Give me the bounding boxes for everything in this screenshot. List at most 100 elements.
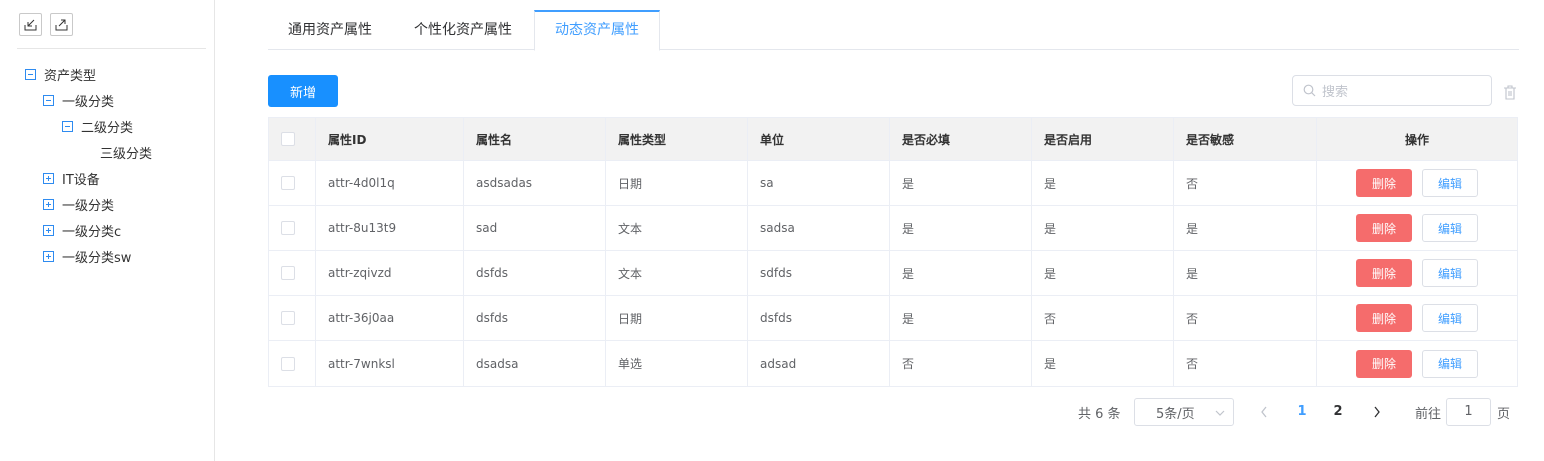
import-icon [24, 19, 37, 31]
page-number-2[interactable]: 2 [1327, 398, 1349, 426]
row-checkbox[interactable] [281, 176, 295, 190]
header-required: 是否必填 [890, 118, 1032, 160]
tree-node-level3[interactable]: 三级分类 [100, 139, 152, 165]
chevron-down-icon [1215, 410, 1225, 416]
table-row: attr-zqivzd dsfds 文本 sdfds 是 是 是 删除 编辑 [269, 251, 1517, 296]
page-size-value: 5条/页 [1156, 406, 1195, 422]
select-all-checkbox[interactable] [281, 132, 295, 146]
collapse-icon[interactable] [62, 120, 73, 132]
cell-unit: adsad [748, 341, 890, 386]
delete-button[interactable]: 删除 [1356, 259, 1412, 287]
header-unit: 单位 [748, 118, 890, 160]
search-icon [1303, 84, 1316, 97]
cell-enabled: 否 [1032, 296, 1174, 340]
cell-attr-type: 文本 [606, 251, 748, 295]
search-input[interactable]: 搜索 [1292, 75, 1492, 106]
cell-unit: sadsa [748, 206, 890, 250]
edit-button[interactable]: 编辑 [1422, 349, 1478, 378]
collapse-icon[interactable] [25, 68, 36, 80]
header-attr-name: 属性名 [464, 118, 606, 160]
cell-attr-name: dsfds [464, 296, 606, 340]
cell-attr-name: dsadsa [464, 341, 606, 386]
expand-icon[interactable] [43, 250, 54, 262]
cell-attr-name: dsfds [464, 251, 606, 295]
tree-node-level1-sw[interactable]: 一级分类sw [43, 243, 131, 269]
edit-button[interactable]: 编辑 [1422, 214, 1478, 242]
delete-button[interactable]: 删除 [1356, 214, 1412, 242]
tab-dynamic-attributes[interactable]: 动态资产属性 [534, 10, 660, 51]
expand-icon[interactable] [43, 198, 54, 210]
sidebar-toolbar [19, 13, 73, 36]
cell-required: 否 [890, 341, 1032, 386]
tab-general-attributes[interactable]: 通用资产属性 [268, 10, 392, 50]
tab-personalized-attributes[interactable]: 个性化资产属性 [392, 10, 534, 50]
cell-actions: 删除 编辑 [1317, 206, 1517, 250]
delete-button[interactable]: 删除 [1356, 169, 1412, 197]
cell-attr-id: attr-8u13t9 [316, 206, 464, 250]
tree-node-level1[interactable]: 一级分类 [43, 87, 114, 113]
cell-actions: 删除 编辑 [1317, 251, 1517, 295]
cell-sensitive: 是 [1174, 206, 1317, 250]
search-placeholder: 搜索 [1322, 85, 1349, 100]
edit-button[interactable]: 编辑 [1422, 169, 1478, 197]
row-checkbox[interactable] [281, 311, 295, 325]
tree-node-asset-type[interactable]: 资产类型 [25, 61, 96, 87]
tree-node-label: 一级分类 [62, 94, 115, 110]
next-page-button[interactable] [1367, 398, 1387, 426]
header-sensitive: 是否敏感 [1174, 118, 1317, 160]
tree-node-level1-b[interactable]: 一级分类 [43, 191, 114, 217]
tree-node-level1-c[interactable]: 一级分类c [43, 217, 121, 243]
chevron-left-icon [1261, 406, 1267, 418]
export-button[interactable] [50, 13, 73, 36]
row-checkbox[interactable] [281, 266, 295, 280]
cell-actions: 删除 编辑 [1317, 161, 1517, 205]
cell-attr-type: 日期 [606, 296, 748, 340]
cell-required: 是 [890, 161, 1032, 205]
table-row: attr-8u13t9 sad 文本 sadsa 是 是 是 删除 编辑 [269, 206, 1517, 251]
tree-node-it-equipment[interactable]: IT设备 [43, 165, 100, 191]
header-attr-type: 属性类型 [606, 118, 748, 160]
cell-unit: sdfds [748, 251, 890, 295]
row-checkbox[interactable] [281, 356, 295, 371]
cell-attr-name: asdsadas [464, 161, 606, 205]
cell-sensitive: 否 [1174, 296, 1317, 340]
cell-required: 是 [890, 206, 1032, 250]
table-header: 属性ID 属性名 属性类型 单位 是否必填 是否启用 是否敏感 操作 [269, 118, 1517, 161]
page-number-1[interactable]: 1 [1291, 398, 1313, 426]
row-checkbox[interactable] [281, 221, 295, 235]
page-size-select[interactable]: 5条/页 [1134, 398, 1234, 426]
add-button[interactable]: 新增 [268, 75, 338, 107]
asset-type-sidebar: 资产类型 一级分类 二级分类 三级分类 IT设备 一级分类 一级分类c 一级分类… [0, 0, 215, 461]
delete-button[interactable]: 删除 [1356, 349, 1412, 378]
cell-enabled: 是 [1032, 341, 1174, 386]
edit-button[interactable]: 编辑 [1422, 259, 1478, 287]
chevron-right-icon [1374, 406, 1380, 418]
page-jump-input[interactable]: 1 [1446, 398, 1491, 426]
tree-node-label: IT设备 [62, 172, 100, 188]
cell-actions: 删除 编辑 [1317, 296, 1517, 340]
delete-button[interactable]: 删除 [1356, 304, 1412, 332]
cell-attr-id: attr-zqivzd [316, 251, 464, 295]
expand-icon[interactable] [43, 172, 54, 184]
total-count: 共 6 条 [1078, 406, 1121, 422]
cell-attr-name: sad [464, 206, 606, 250]
cell-attr-id: attr-4d0l1q [316, 161, 464, 205]
sidebar-divider [17, 48, 206, 49]
tree-node-level2[interactable]: 二级分类 [62, 113, 133, 139]
cell-enabled: 是 [1032, 251, 1174, 295]
attribute-tabs: 通用资产属性 个性化资产属性 动态资产属性 [268, 10, 1519, 51]
cell-unit: sa [748, 161, 890, 205]
cell-attr-id: attr-36j0aa [316, 296, 464, 340]
expand-icon[interactable] [43, 224, 54, 236]
cell-attr-type: 日期 [606, 161, 748, 205]
cell-required: 是 [890, 251, 1032, 295]
trash-icon [1504, 85, 1516, 100]
collapse-icon[interactable] [43, 94, 54, 106]
import-button[interactable] [19, 13, 42, 36]
batch-delete-button[interactable] [1503, 85, 1517, 104]
edit-button[interactable]: 编辑 [1422, 304, 1478, 332]
tree-node-label: 二级分类 [81, 120, 134, 136]
prev-page-button[interactable] [1254, 398, 1274, 426]
cell-actions: 删除 编辑 [1317, 341, 1517, 386]
cell-sensitive: 否 [1174, 341, 1317, 386]
